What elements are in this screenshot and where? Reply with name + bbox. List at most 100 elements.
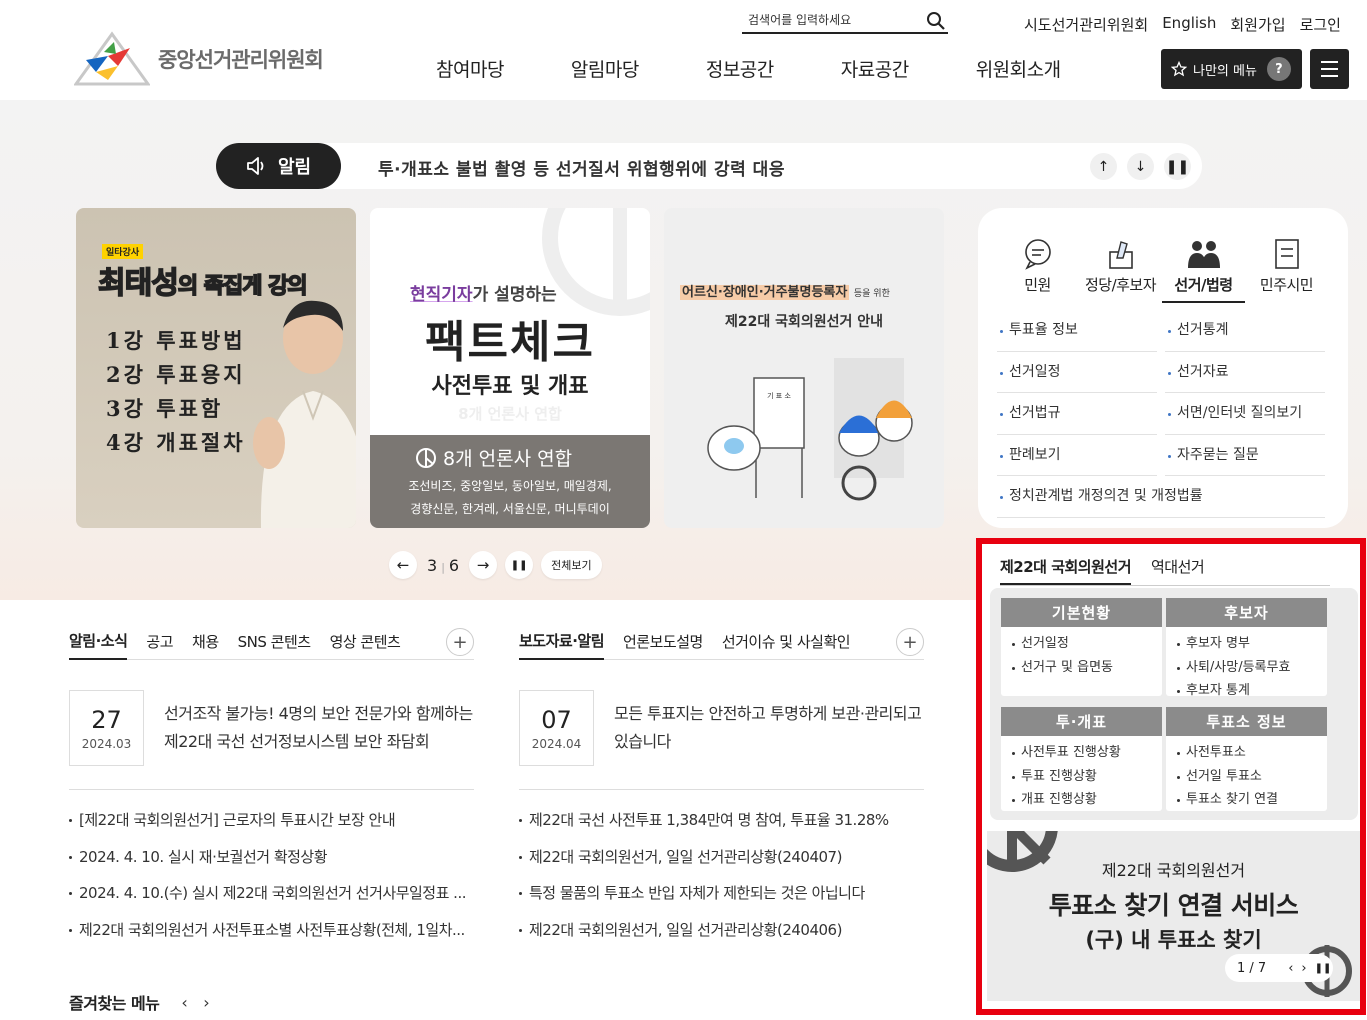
banner-lecture[interactable]: 일타강사 최태성의 족집게 강의 1강 투표방법 2강 투표용지 3강 투표함 … <box>76 208 356 528</box>
tab-sns[interactable]: SNS 콘텐츠 <box>238 631 311 659</box>
list-item[interactable]: 제22대 국회의원선거, 일일 선거관리상황(240407) <box>519 839 924 876</box>
box-link[interactable]: 사전투표 진행상황 <box>1011 741 1162 765</box>
tab-press-release[interactable]: 보도자료·알림 <box>519 630 605 660</box>
tab-democracy[interactable]: 민주시민 <box>1245 228 1328 303</box>
quick-link[interactable]: 선거자료 <box>1165 352 1325 393</box>
chevron-right-icon[interactable]: › <box>1301 961 1306 976</box>
box-link[interactable]: 투표 진행상황 <box>1011 765 1162 789</box>
nav-resources[interactable]: 자료공간 <box>841 55 909 82</box>
list-item[interactable]: [제22대 국회의원선거] 근로자의 투표시간 보장 안내 <box>69 802 474 839</box>
banner-factcheck-media: 8개 언론사 연합 조선비즈, 중앙일보, 동아일보, 매일경제, 경향신문, … <box>370 435 650 528</box>
tab-recruit[interactable]: 채용 <box>192 631 219 659</box>
more-plus-icon[interactable]: + <box>446 628 474 656</box>
quick-link[interactable]: 판례보기 <box>997 435 1157 476</box>
help-icon[interactable]: ? <box>1266 57 1291 81</box>
news-list: [제22대 국회의원선거] 근로자의 투표시간 보장 안내 2024. 4. 1… <box>69 802 474 948</box>
box-title[interactable]: 투·개표 <box>1001 707 1162 736</box>
list-item[interactable]: 2024. 4. 10. 실시 재·보궐선거 확정상황 <box>69 839 474 876</box>
box-link[interactable]: 개표 진행상황 <box>1011 788 1162 812</box>
box-title[interactable]: 후보자 <box>1166 598 1327 627</box>
box-title[interactable]: 기본현황 <box>1001 598 1162 627</box>
list-item[interactable]: 제22대 국회의원선거, 일일 선거관리상황(240406) <box>519 912 924 949</box>
quick-link[interactable]: 서면/인터넷 질의보기 <box>1165 393 1325 435</box>
notice-bar: 알림 투·개표소 불법 촬영 등 선거질서 위협행위에 강력 대응 ↑ ↓ ❚❚ <box>216 143 1202 189</box>
list-item[interactable]: 제22대 국회의원선거 사전투표소별 사전투표상황(전체, 1일차... <box>69 912 474 949</box>
lecturer-illustration <box>253 300 356 528</box>
speech-bubble-icon <box>1024 239 1051 270</box>
quick-link[interactable]: 자주묻는 질문 <box>1165 435 1325 476</box>
quick-link[interactable]: 선거통계 <box>1165 310 1325 352</box>
chevron-left-icon[interactable]: ‹ <box>181 993 187 1012</box>
util-join-link[interactable]: 회원가입 <box>1230 14 1285 35</box>
box-link[interactable]: 선거구 및 읍면동 <box>1011 656 1162 680</box>
nav-participation[interactable]: 참여마당 <box>436 55 504 82</box>
my-menu-label: 나만의 메뉴 <box>1193 63 1257 79</box>
featured-news[interactable]: 07 2024.04 모든 투표지는 안전하고 투명하게 보관·관리되고 있습니… <box>519 660 924 790</box>
tab-party-candidate[interactable]: 정당/후보자 <box>1079 228 1162 303</box>
view-all-button[interactable]: 전체보기 <box>541 551 602 579</box>
banner-guide[interactable]: 어르신·장애인·거주불명등록자 등을 위한 제22대 국회의원선거 안내 기 표… <box>664 208 944 528</box>
my-menu-button[interactable]: 나만의 메뉴 ? <box>1161 49 1302 89</box>
arrow-down-icon[interactable]: ↓ <box>1127 153 1154 180</box>
util-english-link[interactable]: English <box>1162 14 1216 35</box>
nav-about[interactable]: 위원회소개 <box>976 55 1061 82</box>
pause-icon[interactable]: ❚❚ <box>505 551 534 579</box>
news-list: 제22대 국선 사전투표 1,384만여 명 참여, 투표율 31.28% 제2… <box>519 802 924 948</box>
tab-announcement[interactable]: 공고 <box>146 631 173 659</box>
util-sido-link[interactable]: 시도선거관리위원회 <box>1024 14 1148 35</box>
featured-news-title: 모든 투표지는 안전하고 투명하게 보관·관리되고 있습니다 <box>614 704 922 751</box>
banner-factcheck[interactable]: 현직기자가 설명하는 팩트체크 사전투표 및 개표 8개 언론사 연합 8개 언… <box>370 208 650 528</box>
quick-link[interactable]: 투표율 정보 <box>997 310 1157 352</box>
tab-news[interactable]: 알림·소식 <box>69 630 128 660</box>
box-link[interactable]: 선거일 투표소 <box>1176 765 1327 789</box>
list-item[interactable]: 제22대 국선 사전투표 1,384만여 명 참여, 투표율 31.28% <box>519 802 924 839</box>
speaker-icon <box>247 157 264 175</box>
util-login-link[interactable]: 로그인 <box>1300 14 1341 35</box>
election-panel: 제22대 국회의원선거 역대선거 기본현황 선거일정 선거구 및 읍면동 후보자… <box>976 538 1366 1015</box>
banner-factcheck-topic: 사전투표 및 개표 <box>431 374 589 399</box>
arrow-up-icon[interactable]: ↑ <box>1090 153 1117 180</box>
tab-22nd-election[interactable]: 제22대 국회의원선거 <box>1000 556 1132 585</box>
logo[interactable]: 중앙선거관리위원회 <box>74 30 324 88</box>
document-icon <box>1274 239 1299 269</box>
box-link[interactable]: 투표소 찾기 연결 <box>1176 788 1327 812</box>
pause-icon[interactable]: ❚❚ <box>1164 153 1191 180</box>
box-link[interactable]: 후보자 통계 <box>1176 679 1327 703</box>
tab-past-elections[interactable]: 역대선거 <box>1151 556 1205 585</box>
list-item[interactable]: 특정 물품의 투표소 반입 자체가 제한되는 것은 아닙니다 <box>519 875 924 912</box>
box-link[interactable]: 사전투표소 <box>1176 741 1327 765</box>
box-basic-status: 기본현황 선거일정 선거구 및 읍면동 <box>1001 598 1162 696</box>
more-plus-icon[interactable]: + <box>896 628 924 656</box>
chevron-right-icon[interactable]: › <box>203 993 209 1012</box>
tab-video[interactable]: 영상 콘텐츠 <box>330 631 401 659</box>
box-title[interactable]: 투표소 정보 <box>1166 707 1327 736</box>
pause-icon[interactable]: ❚❚ <box>1315 963 1332 974</box>
tab-election-law[interactable]: 선거/법령 <box>1162 228 1245 303</box>
featured-news[interactable]: 27 2024.03 선거조작 불가능! 4명의 보안 전문가와 함께하는 제2… <box>69 660 474 790</box>
nav-information[interactable]: 정보공간 <box>706 55 774 82</box>
quick-link[interactable]: 선거일정 <box>997 352 1157 393</box>
booth-sign: 기 표 소 <box>767 391 791 400</box>
box-voting-counting: 투·개표 사전투표 진행상황 투표 진행상황 개표 진행상황 <box>1001 707 1162 811</box>
menu-icon[interactable] <box>1310 49 1349 89</box>
box-polling-station: 투표소 정보 사전투표소 선거일 투표소 투표소 찾기 연결 <box>1166 707 1327 811</box>
search-input[interactable] <box>742 9 912 31</box>
list-item[interactable]: 2024. 4. 10.(수) 실시 제22대 국회의원선거 선거사무일정표 .… <box>69 875 474 912</box>
polling-station-banner[interactable]: 제22대 국회의원선거 투표소 찾기 연결 서비스 (구) 내 투표소 찾기 1… <box>987 831 1360 1001</box>
tab-press-explain[interactable]: 언론보도설명 <box>623 631 703 659</box>
chevron-left-icon[interactable]: ‹ <box>1288 961 1293 976</box>
next-arrow-icon[interactable]: → <box>469 551 498 579</box>
banner-guide-subtitle: 어르신·장애인·거주불명등록자 등을 위한 <box>680 285 890 300</box>
tab-fact-check[interactable]: 선거이슈 및 사실확인 <box>722 631 851 659</box>
notice-text[interactable]: 투·개표소 불법 촬영 등 선거질서 위협행위에 강력 대응 <box>378 155 785 180</box>
prev-arrow-icon[interactable]: ← <box>389 551 417 579</box>
box-link[interactable]: 사퇴/사망/등록무효 <box>1176 656 1327 680</box>
quick-link[interactable]: 선거법규 <box>997 393 1157 435</box>
box-link[interactable]: 선거일정 <box>1011 632 1162 656</box>
tab-civil[interactable]: 민원 <box>996 228 1079 303</box>
election-tabs: 제22대 국회의원선거 역대선거 <box>1000 556 1330 586</box>
box-link[interactable]: 후보자 명부 <box>1176 632 1327 656</box>
nav-notice[interactable]: 알림마당 <box>571 55 639 82</box>
search-icon[interactable] <box>926 11 946 31</box>
quick-link[interactable]: 정치관계법 개정의견 및 개정법률 <box>997 476 1325 518</box>
